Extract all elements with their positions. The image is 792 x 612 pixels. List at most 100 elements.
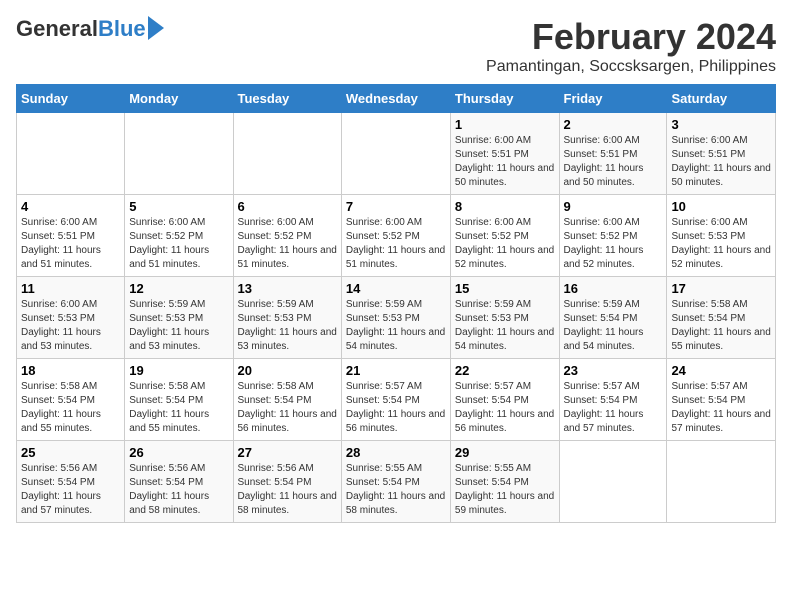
cell-day-number: 24 [671, 363, 771, 378]
calendar-cell: 20 Sunrise: 5:58 AM Sunset: 5:54 PM Dayli… [233, 359, 341, 441]
calendar-cell [559, 441, 667, 523]
calendar-cell: 19 Sunrise: 5:58 AM Sunset: 5:54 PM Dayli… [125, 359, 233, 441]
cell-day-number: 21 [346, 363, 446, 378]
cell-info-text: Sunrise: 5:59 AM Sunset: 5:53 PM Dayligh… [455, 298, 555, 354]
title-area: February 2024 Pamantingan, Soccsksargen,… [486, 16, 776, 76]
cell-info-text: Sunrise: 5:57 AM Sunset: 5:54 PM Dayligh… [671, 380, 771, 436]
cell-day-number: 28 [346, 445, 446, 460]
cell-day-number: 8 [455, 199, 555, 214]
cell-day-number: 26 [129, 445, 228, 460]
cell-day-number: 15 [455, 281, 555, 296]
calendar-cell: 21 Sunrise: 5:57 AM Sunset: 5:54 PM Dayli… [341, 359, 450, 441]
cell-day-number: 22 [455, 363, 555, 378]
cell-info-text: Sunrise: 5:55 AM Sunset: 5:54 PM Dayligh… [346, 462, 446, 518]
cell-day-number: 16 [564, 281, 663, 296]
page-title: February 2024 [486, 16, 776, 58]
cell-info-text: Sunrise: 5:59 AM Sunset: 5:53 PM Dayligh… [238, 298, 337, 354]
calendar-header-monday: Monday [125, 85, 233, 113]
logo-general-text: General [16, 16, 98, 42]
calendar-cell: 15 Sunrise: 5:59 AM Sunset: 5:53 PM Dayli… [450, 277, 559, 359]
calendar-header-saturday: Saturday [667, 85, 776, 113]
cell-day-number: 19 [129, 363, 228, 378]
calendar-cell: 28 Sunrise: 5:55 AM Sunset: 5:54 PM Dayli… [341, 441, 450, 523]
calendar-cell: 6 Sunrise: 6:00 AM Sunset: 5:52 PM Daylig… [233, 195, 341, 277]
calendar-header-sunday: Sunday [17, 85, 125, 113]
cell-info-text: Sunrise: 6:00 AM Sunset: 5:51 PM Dayligh… [455, 134, 555, 190]
calendar-cell: 3 Sunrise: 6:00 AM Sunset: 5:51 PM Daylig… [667, 113, 776, 195]
calendar-cell: 17 Sunrise: 5:58 AM Sunset: 5:54 PM Dayli… [667, 277, 776, 359]
cell-day-number: 2 [564, 117, 663, 132]
calendar-cell: 9 Sunrise: 6:00 AM Sunset: 5:52 PM Daylig… [559, 195, 667, 277]
cell-info-text: Sunrise: 5:57 AM Sunset: 5:54 PM Dayligh… [455, 380, 555, 436]
cell-day-number: 1 [455, 117, 555, 132]
cell-info-text: Sunrise: 5:57 AM Sunset: 5:54 PM Dayligh… [346, 380, 446, 436]
calendar-cell: 10 Sunrise: 6:00 AM Sunset: 5:53 PM Dayli… [667, 195, 776, 277]
cell-day-number: 23 [564, 363, 663, 378]
cell-info-text: Sunrise: 5:55 AM Sunset: 5:54 PM Dayligh… [455, 462, 555, 518]
cell-info-text: Sunrise: 5:59 AM Sunset: 5:53 PM Dayligh… [129, 298, 228, 354]
cell-info-text: Sunrise: 5:57 AM Sunset: 5:54 PM Dayligh… [564, 380, 663, 436]
calendar-header-friday: Friday [559, 85, 667, 113]
calendar-cell: 27 Sunrise: 5:56 AM Sunset: 5:54 PM Dayli… [233, 441, 341, 523]
cell-info-text: Sunrise: 6:00 AM Sunset: 5:51 PM Dayligh… [564, 134, 663, 190]
cell-day-number: 27 [238, 445, 337, 460]
calendar-cell: 1 Sunrise: 6:00 AM Sunset: 5:51 PM Daylig… [450, 113, 559, 195]
cell-day-number: 25 [21, 445, 120, 460]
calendar-cell [17, 113, 125, 195]
cell-day-number: 20 [238, 363, 337, 378]
cell-info-text: Sunrise: 6:00 AM Sunset: 5:51 PM Dayligh… [21, 216, 120, 272]
calendar-cell: 5 Sunrise: 6:00 AM Sunset: 5:52 PM Daylig… [125, 195, 233, 277]
cell-info-text: Sunrise: 6:00 AM Sunset: 5:52 PM Dayligh… [346, 216, 446, 272]
cell-day-number: 7 [346, 199, 446, 214]
cell-day-number: 9 [564, 199, 663, 214]
calendar-cell: 26 Sunrise: 5:56 AM Sunset: 5:54 PM Dayli… [125, 441, 233, 523]
cell-day-number: 6 [238, 199, 337, 214]
cell-day-number: 12 [129, 281, 228, 296]
calendar-cell [125, 113, 233, 195]
cell-info-text: Sunrise: 6:00 AM Sunset: 5:52 PM Dayligh… [129, 216, 228, 272]
calendar-cell: 12 Sunrise: 5:59 AM Sunset: 5:53 PM Dayli… [125, 277, 233, 359]
cell-info-text: Sunrise: 5:58 AM Sunset: 5:54 PM Dayligh… [21, 380, 120, 436]
calendar-cell: 18 Sunrise: 5:58 AM Sunset: 5:54 PM Dayli… [17, 359, 125, 441]
cell-info-text: Sunrise: 5:56 AM Sunset: 5:54 PM Dayligh… [21, 462, 120, 518]
calendar-cell: 11Sunrise: 6:00 AM Sunset: 5:53 PM Dayli… [17, 277, 125, 359]
calendar-header-thursday: Thursday [450, 85, 559, 113]
cell-day-number: 3 [671, 117, 771, 132]
logo-blue-text: Blue [98, 16, 146, 42]
cell-info-text: Sunrise: 5:59 AM Sunset: 5:53 PM Dayligh… [346, 298, 446, 354]
calendar-cell: 7 Sunrise: 6:00 AM Sunset: 5:52 PM Daylig… [341, 195, 450, 277]
calendar-table: SundayMondayTuesdayWednesdayThursdayFrid… [16, 84, 776, 523]
cell-day-number: 17 [671, 281, 771, 296]
cell-day-number: 13 [238, 281, 337, 296]
cell-info-text: Sunrise: 5:56 AM Sunset: 5:54 PM Dayligh… [129, 462, 228, 518]
calendar-cell: 2 Sunrise: 6:00 AM Sunset: 5:51 PM Daylig… [559, 113, 667, 195]
cell-info-text: Sunrise: 5:58 AM Sunset: 5:54 PM Dayligh… [671, 298, 771, 354]
cell-info-text: Sunrise: 6:00 AM Sunset: 5:52 PM Dayligh… [564, 216, 663, 272]
cell-day-number: 18 [21, 363, 120, 378]
cell-info-text: Sunrise: 5:59 AM Sunset: 5:54 PM Dayligh… [564, 298, 663, 354]
cell-day-number: 29 [455, 445, 555, 460]
cell-info-text: Sunrise: 6:00 AM Sunset: 5:52 PM Dayligh… [238, 216, 337, 272]
logo: General Blue [16, 16, 164, 42]
page-subtitle: Pamantingan, Soccsksargen, Philippines [486, 58, 776, 76]
calendar-cell: 13 Sunrise: 5:59 AM Sunset: 5:53 PM Dayli… [233, 277, 341, 359]
calendar-cell: 4 Sunrise: 6:00 AM Sunset: 5:51 PM Daylig… [17, 195, 125, 277]
calendar-header-wednesday: Wednesday [341, 85, 450, 113]
cell-info-text: Sunrise: 5:56 AM Sunset: 5:54 PM Dayligh… [238, 462, 337, 518]
cell-day-number: 10 [671, 199, 771, 214]
calendar-cell: 29 Sunrise: 5:55 AM Sunset: 5:54 PM Dayli… [450, 441, 559, 523]
calendar-cell: 16 Sunrise: 5:59 AM Sunset: 5:54 PM Dayli… [559, 277, 667, 359]
cell-info-text: Sunrise: 6:00 AM Sunset: 5:53 PM Dayligh… [21, 298, 120, 354]
cell-day-number: 5 [129, 199, 228, 214]
calendar-cell [667, 441, 776, 523]
cell-info-text: Sunrise: 5:58 AM Sunset: 5:54 PM Dayligh… [238, 380, 337, 436]
cell-day-number: 14 [346, 281, 446, 296]
logo-arrow-icon [148, 16, 164, 40]
calendar-cell: 22 Sunrise: 5:57 AM Sunset: 5:54 PM Dayli… [450, 359, 559, 441]
cell-info-text: Sunrise: 6:00 AM Sunset: 5:52 PM Dayligh… [455, 216, 555, 272]
cell-info-text: Sunrise: 5:58 AM Sunset: 5:54 PM Dayligh… [129, 380, 228, 436]
cell-day-number: 4 [21, 199, 120, 214]
cell-info-text: Sunrise: 6:00 AM Sunset: 5:53 PM Dayligh… [671, 216, 771, 272]
calendar-cell [341, 113, 450, 195]
cell-info-text: Sunrise: 6:00 AM Sunset: 5:51 PM Dayligh… [671, 134, 771, 190]
